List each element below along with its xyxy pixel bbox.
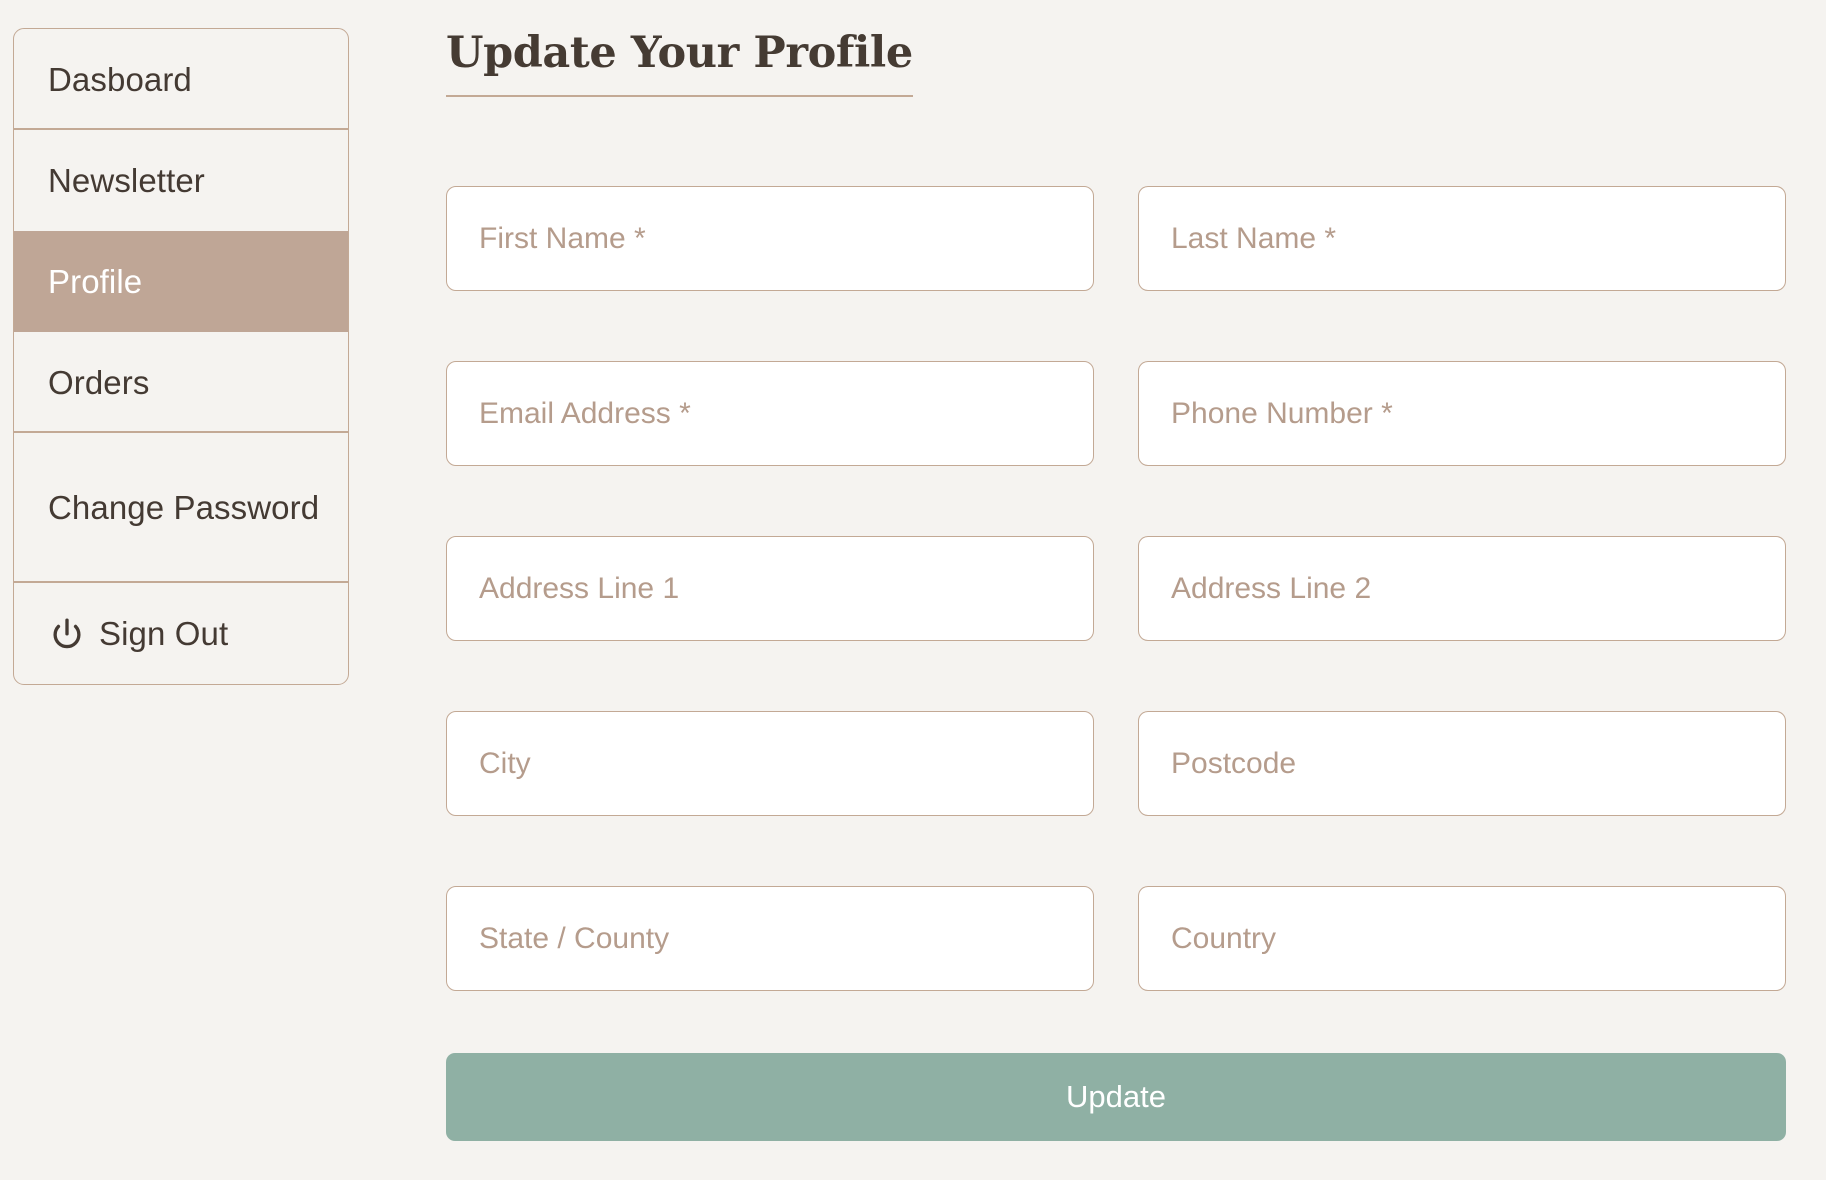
sidebar-item-dasboard[interactable]: Dasboard <box>14 29 348 130</box>
sidebar-item-label: Newsletter <box>48 161 205 199</box>
field-email-address[interactable] <box>446 361 1094 466</box>
sidebar-item-label-wrap: Sign Out <box>48 615 228 653</box>
profile-page: Dasboard Newsletter Profile Orders Chang… <box>0 0 1826 1180</box>
email-address-input[interactable] <box>479 396 1061 431</box>
sidebar-item-change-password[interactable]: Change Password <box>14 433 348 583</box>
last-name-input[interactable] <box>1171 221 1753 256</box>
field-phone-number[interactable] <box>1138 361 1786 466</box>
sidebar-item-label: Change Password <box>48 488 320 526</box>
sidebar-item-newsletter[interactable]: Newsletter <box>14 130 348 231</box>
first-name-input[interactable] <box>479 221 1061 256</box>
sidebar-item-profile[interactable]: Profile <box>14 231 348 332</box>
sidebar-item-label-wrap: Change Password <box>48 487 319 529</box>
sidebar-item-orders[interactable]: Orders <box>14 332 348 433</box>
address-line-2-input[interactable] <box>1171 571 1753 606</box>
field-address-line-1[interactable] <box>446 536 1094 641</box>
update-button[interactable]: Update <box>446 1053 1786 1141</box>
city-input[interactable] <box>479 746 1061 781</box>
sidebar-item-label-wrap: Profile <box>48 263 142 301</box>
power-icon <box>48 616 86 654</box>
profile-form-grid <box>446 186 1786 991</box>
profile-form-section: Update Your Profile First Name * Last Na… <box>446 0 1786 1180</box>
field-last-name[interactable] <box>1138 186 1786 291</box>
sidebar-item-label: Dasboard <box>48 60 192 98</box>
account-sidebar: Dasboard Newsletter Profile Orders Chang… <box>13 28 349 685</box>
field-country[interactable] <box>1138 886 1786 991</box>
sidebar-item-label-wrap: Dasboard <box>48 61 192 99</box>
field-address-line-2[interactable] <box>1138 536 1786 641</box>
sidebar-item-label-wrap: Orders <box>48 364 149 402</box>
sidebar-item-label: Profile <box>48 262 143 300</box>
field-postcode[interactable] <box>1138 711 1786 816</box>
address-line-1-input[interactable] <box>479 571 1061 606</box>
sidebar-item-label-wrap: Newsletter <box>48 162 205 200</box>
field-state-county[interactable] <box>446 886 1094 991</box>
sidebar-item-label: Orders <box>48 363 150 401</box>
field-first-name[interactable] <box>446 186 1094 291</box>
page-title: Update Your Profile <box>446 32 913 97</box>
state-county-input[interactable] <box>479 921 1061 956</box>
field-city[interactable] <box>446 711 1094 816</box>
sidebar-item-label: Sign Out <box>99 614 229 652</box>
sidebar-item-sign-out[interactable]: Sign Out <box>14 583 348 684</box>
country-input[interactable] <box>1171 921 1753 956</box>
phone-number-input[interactable] <box>1171 396 1753 431</box>
postcode-input[interactable] <box>1171 746 1753 781</box>
